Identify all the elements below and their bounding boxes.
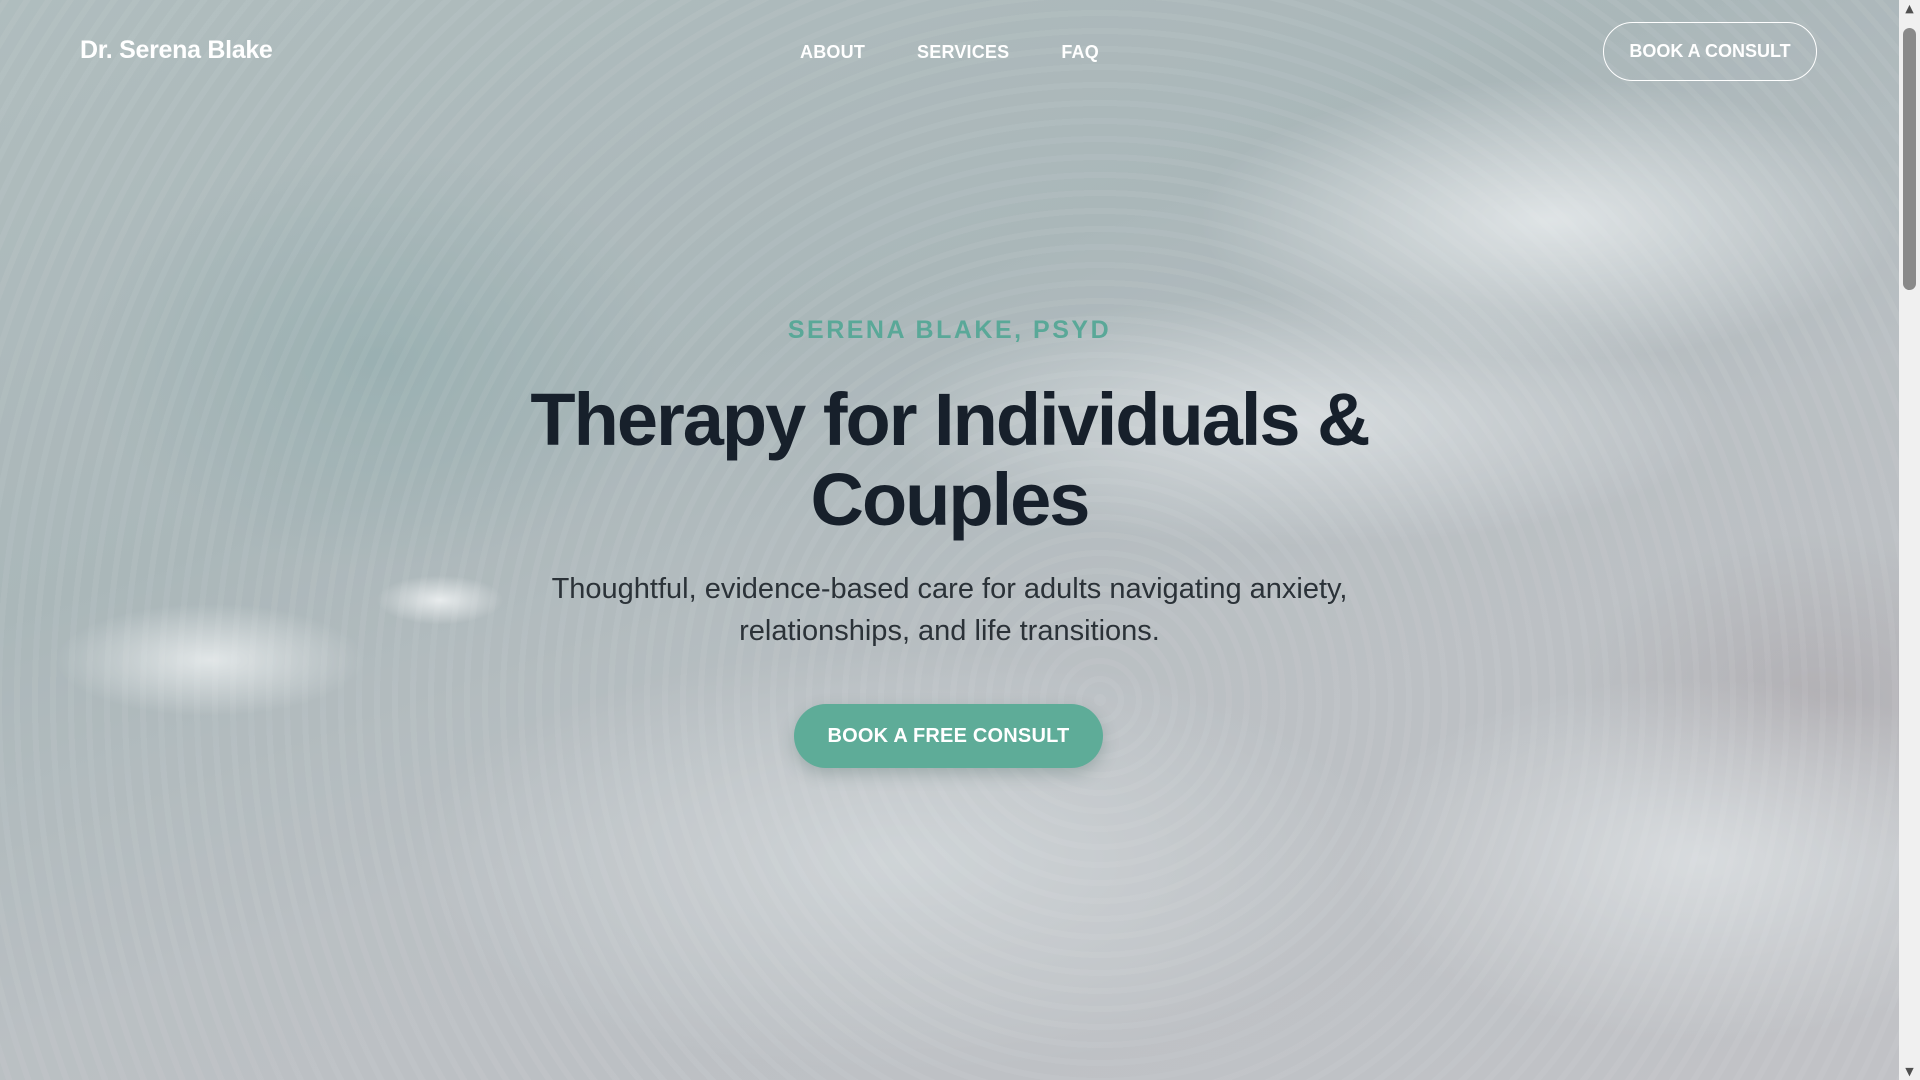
hero-title: Therapy for Individuals & Couples <box>500 380 1399 540</box>
hero-subtitle-line1: Thoughtful, evidence-based care for adul… <box>551 573 1348 605</box>
nav-link-faq[interactable]: FAQ <box>1061 42 1099 63</box>
scrollbar-thumb[interactable] <box>1903 28 1916 290</box>
scroll-up-arrow-icon[interactable]: ▲ <box>1899 0 1920 17</box>
nav-link-about[interactable]: ABOUT <box>800 42 865 63</box>
book-free-consult-button[interactable]: BOOK A FREE CONSULT <box>794 704 1103 768</box>
hero-title-line2: Couples <box>810 458 1091 541</box>
hero-title-line1: Therapy for Individuals & <box>530 378 1370 461</box>
hero-subtitle: Thoughtful, evidence-based care for adul… <box>500 568 1399 652</box>
hero-eyebrow: SERENA BLAKE, PSYD <box>787 316 1112 344</box>
vertical-scrollbar[interactable]: ▲ ▼ <box>1899 0 1920 1080</box>
hero-subtitle-line2: relationships, and life transitions. <box>739 615 1160 647</box>
scroll-down-arrow-icon[interactable]: ▼ <box>1899 1063 1920 1080</box>
site-header: Dr. Serena Blake ABOUT SERVICES FAQ BOOK… <box>0 0 1899 104</box>
nav-link-services[interactable]: SERVICES <box>917 42 1009 63</box>
page-content: Dr. Serena Blake ABOUT SERVICES FAQ BOOK… <box>0 0 1899 1080</box>
book-consult-button[interactable]: BOOK A CONSULT <box>1603 22 1817 81</box>
page-viewport: Dr. Serena Blake ABOUT SERVICES FAQ BOOK… <box>0 0 1899 1080</box>
